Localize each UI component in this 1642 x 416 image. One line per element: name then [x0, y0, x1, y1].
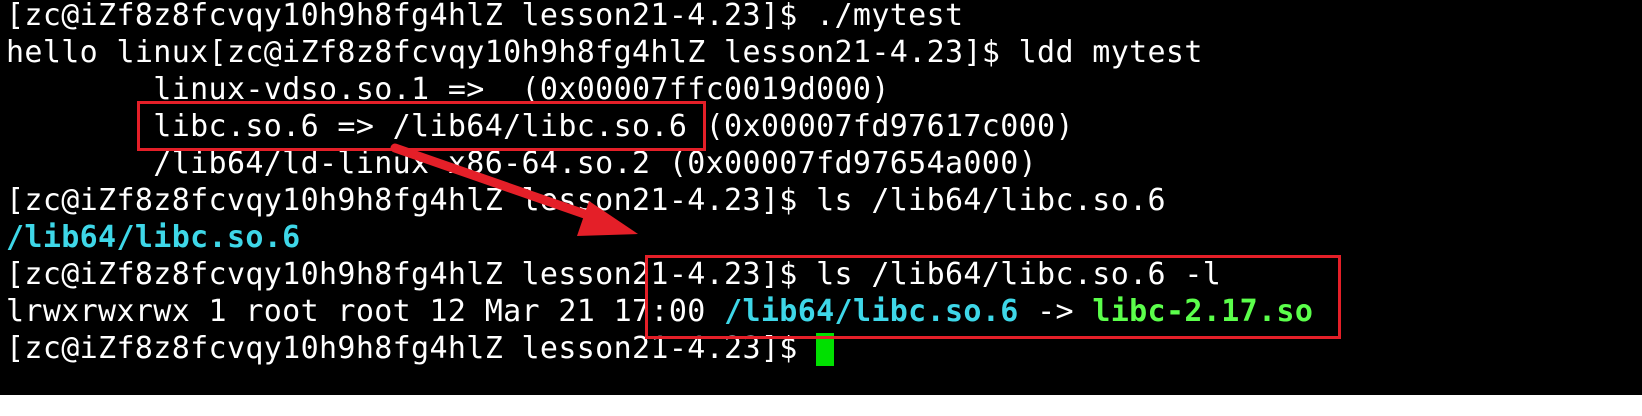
shell-prompt: [zc@iZf8z8fcvqy10h9h8fg4hlZ lesson21-4.2… — [208, 35, 1019, 70]
symlink-arrow: -> — [1018, 294, 1093, 329]
terminal-line-9: lrwxrwxrwx 1 root root 12 Mar 21 17:00 /… — [6, 293, 1313, 330]
terminal-line-10: [zc@iZf8z8fcvqy10h9h8fg4hlZ lesson21-4.2… — [6, 330, 835, 367]
symlink-target: libc-2.17.so — [1092, 294, 1314, 329]
shell-prompt: [zc@iZf8z8fcvqy10h9h8fg4hlZ lesson21-4.2… — [6, 257, 817, 292]
shell-prompt: [zc@iZf8z8fcvqy10h9h8fg4hlZ lesson21-4.2… — [6, 331, 817, 366]
terminal-line-6: [zc@iZf8z8fcvqy10h9h8fg4hlZ lesson21-4.2… — [6, 182, 1166, 219]
terminal-line-2: hello linux[zc@iZf8z8fcvqy10h9h8fg4hlZ l… — [6, 34, 1203, 71]
ldd-output-vdso: linux-vdso.so.1 => (0x00007ffc0019d000) — [6, 72, 890, 107]
terminal-window[interactable]: [zc@iZf8z8fcvqy10h9h8fg4hlZ lesson21-4.2… — [0, 0, 1642, 395]
shell-prompt: [zc@iZf8z8fcvqy10h9h8fg4hlZ lesson21-4.2… — [6, 183, 817, 218]
command-text: ls /lib64/libc.so.6 — [816, 183, 1166, 218]
command-text: ./mytest — [816, 0, 964, 33]
terminal-line-8: [zc@iZf8z8fcvqy10h9h8fg4hlZ lesson21-4.2… — [6, 256, 1221, 293]
command-text: ls /lib64/libc.so.6 -l — [816, 257, 1222, 292]
ls-output-path: /lib64/libc.so.6 — [6, 220, 301, 255]
program-output: hello linux — [6, 35, 209, 70]
ls-long-prefix: lrwxrwxrwx 1 root root 12 Mar 21 17:00 — [6, 294, 725, 329]
ldd-output-ld-linux: /lib64/ld-linux-x86-64.so.2 (0x00007fd97… — [6, 146, 1038, 181]
symlink-path: /lib64/libc.so.6 — [724, 294, 1019, 329]
terminal-line-1: [zc@iZf8z8fcvqy10h9h8fg4hlZ lesson21-4.2… — [6, 0, 963, 34]
ldd-output-libc: libc.so.6 => /lib64/libc.so.6 (0x00007fd… — [6, 109, 1074, 144]
shell-prompt: [zc@iZf8z8fcvqy10h9h8fg4hlZ lesson21-4.2… — [6, 0, 817, 33]
terminal-line-7: /lib64/libc.so.6 — [6, 219, 301, 256]
command-text: ldd mytest — [1018, 35, 1203, 70]
terminal-cursor[interactable] — [816, 333, 835, 366]
